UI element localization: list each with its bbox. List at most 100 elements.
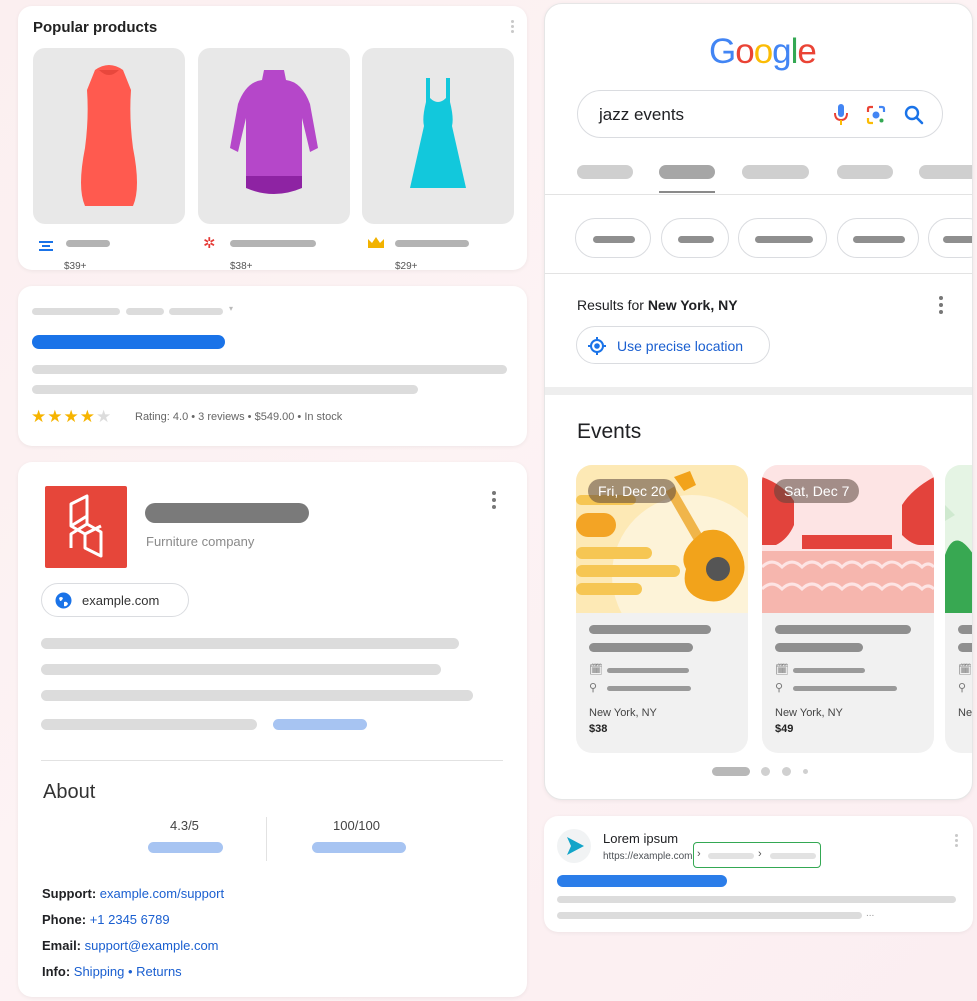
location-name: New York, NY: [647, 297, 738, 313]
score-b-placeholder: [312, 842, 406, 853]
google-logo: Google: [709, 32, 817, 71]
breadcrumb-highlight-box: › ›: [693, 842, 821, 868]
carousel-dot[interactable]: [782, 767, 791, 776]
event-venue-placeholder: [607, 686, 691, 691]
product-name-placeholder: [66, 240, 110, 247]
filter-chip[interactable]: [738, 218, 827, 258]
product-name-placeholder: [230, 240, 316, 247]
popular-products-card: Popular products $39+ ✲ $38+ $29+: [18, 6, 527, 272]
star-icon: ★: [47, 407, 64, 426]
filter-chip[interactable]: [837, 218, 919, 258]
more-options-icon[interactable]: [955, 834, 959, 849]
results-prefix: Results for: [577, 297, 648, 313]
carousel-dot[interactable]: [761, 767, 770, 776]
breadcrumb-placeholder: [708, 853, 754, 859]
carousel-indicator-active[interactable]: [712, 767, 750, 776]
rating-stars: ★★★★★: [31, 407, 112, 427]
read-more-link[interactable]: [273, 719, 367, 730]
breadcrumb-placeholder: [126, 308, 164, 315]
filter-chip[interactable]: [575, 218, 651, 258]
site-name[interactable]: Lorem ipsum: [603, 831, 678, 846]
more-options-icon[interactable]: [511, 20, 515, 35]
email-row: Email: support@example.com: [42, 938, 219, 953]
tab-placeholder[interactable]: [577, 165, 633, 179]
event-title-placeholder: [775, 643, 863, 652]
score-a-value: 4.3/5: [170, 818, 199, 833]
business-name-placeholder: [145, 503, 309, 523]
product-snippet-card: ▾ ★★★★★ Rating: 4.0 • 3 reviews • $549.0…: [18, 286, 527, 446]
event-title-placeholder: [958, 643, 972, 652]
lens-icon[interactable]: [866, 105, 886, 125]
event-city: New York, NY: [589, 707, 657, 719]
business-panel-card: Furniture company example.com About 4.3/…: [18, 462, 527, 997]
microphone-icon[interactable]: [834, 104, 848, 126]
result-snippet-card: Lorem ipsum https://example.com › › ...: [544, 816, 973, 932]
section-separator: [545, 387, 972, 395]
info-label: Info:: [42, 964, 71, 979]
info-row: Info: Shipping • Returns: [42, 964, 182, 979]
event-card[interactable]: Sat, Dec 7 🗓 ⚲ New York, NY $49: [762, 465, 934, 753]
use-precise-location-button[interactable]: Use precise location: [576, 326, 770, 364]
location-pin-icon: ⚲: [589, 682, 598, 694]
calendar-icon: 🗓: [775, 664, 789, 676]
results-location: Results for New York, NY: [577, 297, 738, 313]
more-options-icon[interactable]: [492, 491, 496, 512]
info-links[interactable]: Shipping • Returns: [74, 964, 182, 979]
description-placeholder: [41, 638, 459, 649]
score-a-placeholder: [148, 842, 223, 853]
search-bar[interactable]: jazz events: [577, 90, 943, 138]
description-placeholder: [41, 690, 473, 701]
filter-chip[interactable]: [661, 218, 729, 258]
search-icon[interactable]: [904, 105, 924, 125]
purple-dress-image: [230, 70, 318, 194]
score-b-value: 100/100: [333, 818, 380, 833]
description-placeholder: [557, 896, 956, 903]
product-tile-dress-red[interactable]: [33, 48, 185, 224]
event-price: $49: [775, 723, 794, 735]
phone-link[interactable]: +1 2345 6789: [90, 912, 170, 927]
support-link[interactable]: example.com/support: [100, 886, 224, 901]
tabs-divider: [545, 194, 972, 195]
event-city: New York, NY: [775, 707, 843, 719]
product-price: $29+: [395, 261, 418, 272]
website-chip[interactable]: example.com: [41, 583, 189, 617]
description-placeholder: [32, 365, 507, 374]
location-pin-icon: ⚲: [958, 682, 967, 694]
tab-placeholder[interactable]: [919, 165, 972, 179]
rating-text: Rating: 4.0 • 3 reviews • $549.00 • In s…: [135, 411, 343, 423]
event-date-badge: Fri, Dec 20: [588, 479, 677, 503]
cyan-dress-image: [410, 78, 466, 188]
events-heading: Events: [577, 420, 642, 443]
result-title-link[interactable]: [557, 875, 727, 887]
breadcrumb-placeholder: [32, 308, 120, 315]
star-icon: ★: [63, 407, 80, 426]
product-tile-dress-cyan[interactable]: [362, 48, 514, 224]
event-city: New: [958, 707, 973, 719]
phone-row: Phone: +1 2345 6789: [42, 912, 170, 927]
park-event-image: [945, 465, 972, 613]
about-heading: About: [43, 781, 96, 803]
result-title-link[interactable]: [32, 335, 225, 349]
product-tile-dress-purple[interactable]: [198, 48, 350, 224]
tab-placeholder-active[interactable]: [659, 165, 715, 179]
event-title-placeholder: [589, 625, 711, 634]
website-label: example.com: [82, 593, 160, 608]
chevron-down-icon[interactable]: ▾: [229, 304, 233, 313]
red-dress-image: [81, 65, 137, 206]
filter-chip[interactable]: [928, 218, 972, 258]
search-query[interactable]: jazz events: [599, 105, 684, 125]
more-options-icon[interactable]: [939, 296, 943, 317]
chips-divider: [545, 273, 972, 274]
event-card[interactable]: Fri, Dec 20 🗓 ⚲ New York, NY $38: [576, 465, 748, 753]
tab-placeholder[interactable]: [742, 165, 809, 179]
event-date-badge: Sat, Dec 7: [774, 479, 860, 503]
event-card-partial[interactable]: 🗓 ⚲ New: [945, 465, 973, 753]
phone-label: Phone:: [42, 912, 87, 927]
email-link[interactable]: support@example.com: [85, 938, 219, 953]
breadcrumb-placeholder: [169, 308, 223, 315]
event-price: $38: [589, 723, 608, 735]
site-url[interactable]: https://example.com: [603, 851, 692, 862]
location-pin-icon: ⚲: [775, 682, 784, 694]
tab-placeholder[interactable]: [837, 165, 893, 179]
carousel-dot[interactable]: [803, 769, 808, 774]
